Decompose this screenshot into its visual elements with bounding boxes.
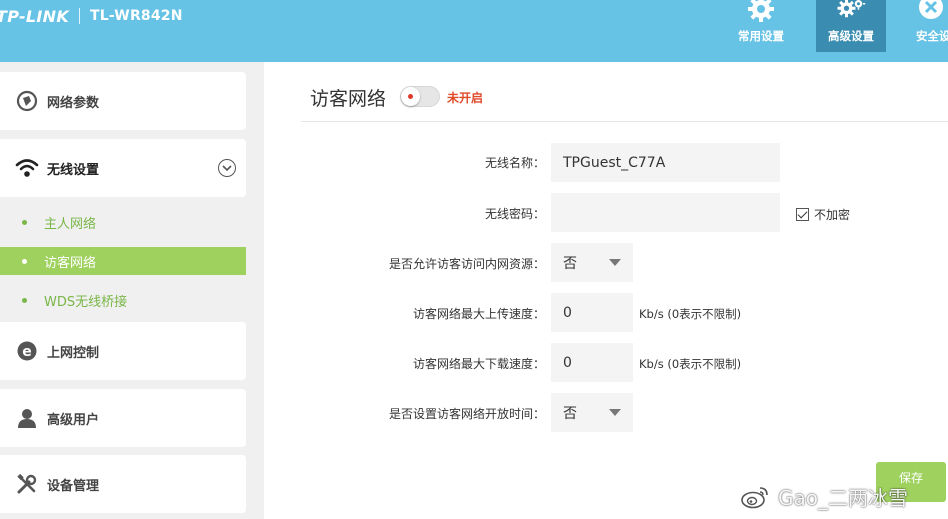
sidebar-item-access-control[interactable]: e 上网控制 <box>0 322 246 380</box>
upload-speed-unit: Kb/s (0表示不限制) <box>639 307 742 321</box>
sidebar-item-label: 高级用户 <box>47 412 100 428</box>
upload-speed-value: 0 <box>563 304 572 321</box>
dropdown-arrow-icon <box>609 409 621 416</box>
gear-icon <box>746 0 776 24</box>
nav-common-settings[interactable]: 常用设置 <box>726 0 796 52</box>
ssid-value: TPGuest_C77A <box>563 154 666 171</box>
tools-icon <box>15 472 39 496</box>
password-input[interactable] <box>551 193 780 232</box>
nav-security-settings[interactable]: 安全设 <box>906 0 948 52</box>
sidebar-item-label: 网络参数 <box>47 95 100 111</box>
sidebar-item-label: 无线设置 <box>47 162 100 178</box>
brand: TP-LINK TL-WR842N <box>0 6 183 26</box>
download-speed-value: 0 <box>563 354 572 371</box>
chevron-down-icon[interactable] <box>218 159 236 177</box>
user-icon <box>15 406 39 430</box>
browser-e-icon: e <box>15 339 39 363</box>
upload-speed-input[interactable]: 0 <box>551 293 633 332</box>
globe-icon <box>15 89 39 113</box>
weibo-icon <box>741 486 768 508</box>
password-label: 无线密码： <box>484 207 545 221</box>
sidebar: 网络参数 无线设置 主人网络 访客网络 WDS无线桥接 e 上网控制 高级用户 … <box>0 62 264 519</box>
nav-label: 常用设置 <box>738 29 784 43</box>
download-speed-input[interactable]: 0 <box>551 343 633 382</box>
title-divider <box>301 121 948 122</box>
toggle-status-label: 未开启 <box>447 91 484 105</box>
toggle-knob <box>401 87 420 106</box>
sidebar-subitem-host-network[interactable]: 主人网络 <box>0 208 246 236</box>
schedule-value: 否 <box>563 405 577 422</box>
sidebar-subitem-label: 主人网络 <box>44 216 97 232</box>
ssid-input[interactable]: TPGuest_C77A <box>551 143 780 182</box>
allow-lan-label: 是否允许访客访问内网资源： <box>388 257 545 271</box>
gears-icon <box>836 0 866 24</box>
close-circle-icon <box>916 0 946 24</box>
download-speed-label: 访客网络最大下载速度： <box>412 357 545 371</box>
bullet <box>22 297 27 303</box>
model-name: TL-WR842N <box>90 8 183 24</box>
upload-speed-label: 访客网络最大上传速度： <box>412 307 545 321</box>
sidebar-item-advanced-user[interactable]: 高级用户 <box>0 389 246 447</box>
allow-lan-value: 否 <box>563 255 577 272</box>
brand-logo: TP-LINK <box>0 6 70 26</box>
brand-divider <box>79 8 81 24</box>
nav-label: 安全设 <box>916 29 948 43</box>
sidebar-item-wireless[interactable]: 无线设置 <box>0 139 246 197</box>
watermark: Gao_二两冰雪 <box>740 482 908 511</box>
sidebar-subitem-guest-network[interactable]: 访客网络 <box>0 247 246 275</box>
main-panel: 访客网络 未开启 无线名称： TPGuest_C77A 无线密码： 不加密 是否… <box>264 62 948 519</box>
sidebar-item-label: 上网控制 <box>47 345 100 361</box>
svg-text:e: e <box>22 344 32 360</box>
guest-network-toggle[interactable] <box>400 86 440 107</box>
bullet <box>22 219 27 225</box>
sidebar-subitem-label: 访客网络 <box>44 255 97 271</box>
no-encrypt-option[interactable]: 不加密 <box>796 206 850 223</box>
nav-advanced-settings[interactable]: 高级设置 <box>816 0 886 52</box>
sidebar-item-device-management[interactable]: 设备管理 <box>0 455 246 513</box>
sidebar-subitem-label: WDS无线桥接 <box>44 294 128 310</box>
schedule-select[interactable]: 否 <box>551 393 633 432</box>
ssid-label: 无线名称： <box>484 156 545 170</box>
no-encrypt-label: 不加密 <box>814 208 851 222</box>
top-header: TP-LINK TL-WR842N 常用设置 高级设置 安全设 <box>0 0 948 62</box>
wifi-icon <box>15 156 39 180</box>
page-title: 访客网络 <box>310 88 387 110</box>
allow-lan-select[interactable]: 否 <box>551 243 633 282</box>
no-encrypt-checkbox[interactable] <box>796 208 809 221</box>
sidebar-item-label: 设备管理 <box>47 478 100 494</box>
sidebar-subitem-wds-bridge[interactable]: WDS无线桥接 <box>0 286 246 314</box>
download-speed-unit: Kb/s (0表示不限制) <box>639 357 742 371</box>
sidebar-item-network[interactable]: 网络参数 <box>0 72 246 130</box>
watermark-text: Gao_二两冰雪 <box>778 486 908 510</box>
bullet <box>22 258 27 264</box>
dropdown-arrow-icon <box>609 259 621 266</box>
schedule-label: 是否设置访客网络开放时间： <box>388 407 545 421</box>
nav-label: 高级设置 <box>828 29 874 43</box>
